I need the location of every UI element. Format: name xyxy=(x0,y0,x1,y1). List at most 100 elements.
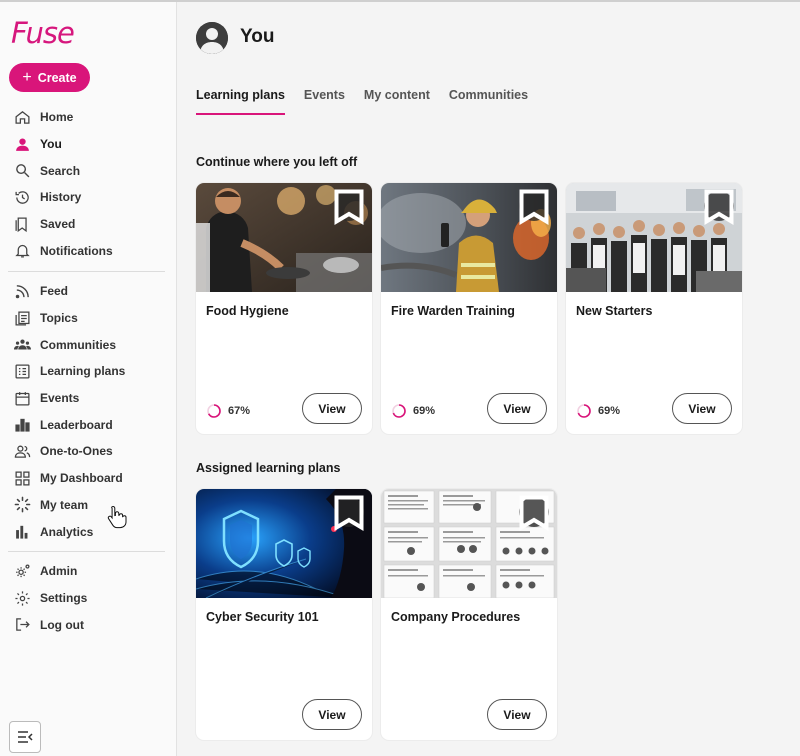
history-icon xyxy=(13,188,31,206)
hand-cursor-icon xyxy=(107,505,127,529)
leaderboard-icon xyxy=(13,416,31,434)
collapse-icon xyxy=(18,731,33,743)
secondary-nav: Feed Topics Communities Learning plans E… xyxy=(0,278,177,545)
fuse-logo[interactable]: Fuse xyxy=(11,16,75,50)
progress-indicator: 69% xyxy=(576,403,620,419)
sidebar-item-label: Learning plans xyxy=(40,364,126,379)
sidebar-item-label: History xyxy=(40,190,82,205)
sidebar-item-label: Admin xyxy=(40,564,78,579)
progress-indicator: 67% xyxy=(206,403,250,419)
bookmark-icon xyxy=(334,189,364,225)
view-button[interactable]: View xyxy=(302,699,362,730)
sidebar-item-log-out[interactable]: Log out xyxy=(0,611,177,638)
home-icon xyxy=(13,108,31,126)
sidebar-item-my-team[interactable]: My team xyxy=(0,492,177,519)
section-title-continue: Continue where you left off xyxy=(196,155,358,169)
sidebar-item-label: Leaderboard xyxy=(40,417,113,432)
tab-events[interactable]: Events xyxy=(304,88,345,115)
sidebar-item-leaderboard[interactable]: Leaderboard xyxy=(0,411,177,438)
sidebar-item-label: One-to-Ones xyxy=(40,444,113,459)
sidebar-item-analytics[interactable]: Analytics xyxy=(0,518,177,545)
people-icon xyxy=(13,442,31,460)
sidebar-item-label: Feed xyxy=(40,284,69,299)
bookmark-icon xyxy=(13,215,31,233)
bookmark-button[interactable] xyxy=(519,495,549,531)
bookmark-button[interactable] xyxy=(519,189,549,225)
sidebar-item-label: You xyxy=(40,137,62,152)
main-content: You Learning plans Events My content Com… xyxy=(178,2,800,756)
sidebar-item-label: My Dashboard xyxy=(40,471,123,486)
view-button[interactable]: View xyxy=(672,393,732,424)
team-icon xyxy=(13,496,31,514)
progress-ring-icon xyxy=(207,404,221,418)
progress-ring-icon xyxy=(577,404,591,418)
sidebar-item-admin[interactable]: Admin xyxy=(0,558,177,585)
sidebar-item-events[interactable]: Events xyxy=(0,385,177,412)
sidebar-divider xyxy=(8,551,165,552)
sidebar: Fuse + Create Home You Search History Sa… xyxy=(0,2,177,756)
bookmark-icon xyxy=(519,495,549,531)
learning-plan-card[interactable]: Cyber Security 101 View xyxy=(196,489,372,740)
learning-plan-card[interactable]: New Starters 69% View xyxy=(566,183,742,434)
analytics-icon xyxy=(13,523,31,541)
page-title: You xyxy=(240,26,275,47)
logout-icon xyxy=(13,616,31,634)
tab-my-content[interactable]: My content xyxy=(364,88,430,115)
sidebar-item-my-dashboard[interactable]: My Dashboard xyxy=(0,465,177,492)
bookmark-button[interactable] xyxy=(334,189,364,225)
sidebar-item-label: Events xyxy=(40,391,80,406)
sidebar-item-history[interactable]: History xyxy=(0,184,177,211)
person-icon xyxy=(13,135,31,153)
sidebar-item-label: Saved xyxy=(40,217,76,232)
sidebar-item-communities[interactable]: Communities xyxy=(0,331,177,358)
sidebar-divider xyxy=(8,271,165,272)
sidebar-item-label: Notifications xyxy=(40,243,113,258)
card-thumbnail xyxy=(196,489,372,598)
create-button[interactable]: + Create xyxy=(9,63,90,92)
bookmark-icon xyxy=(519,189,549,225)
tab-learning-plans[interactable]: Learning plans xyxy=(196,88,285,115)
sidebar-item-label: Settings xyxy=(40,591,88,606)
rss-icon xyxy=(13,282,31,300)
card-title: Cyber Security 101 xyxy=(206,610,319,624)
view-button[interactable]: View xyxy=(487,393,547,424)
sidebar-item-notifications[interactable]: Notifications xyxy=(0,237,177,264)
bookmark-button[interactable] xyxy=(704,189,734,225)
progress-indicator: 69% xyxy=(391,403,435,419)
sidebar-item-topics[interactable]: Topics xyxy=(0,305,177,332)
sidebar-item-settings[interactable]: Settings xyxy=(0,585,177,612)
section-title-assigned: Assigned learning plans xyxy=(196,461,341,475)
sidebar-item-search[interactable]: Search xyxy=(0,157,177,184)
collapse-sidebar-button[interactable] xyxy=(9,721,41,753)
learning-plan-card[interactable]: Food Hygiene 67% View xyxy=(196,183,372,434)
bookmark-icon xyxy=(334,495,364,531)
primary-nav: Home You Search History Saved Notificati… xyxy=(0,104,177,264)
progress-percent: 67% xyxy=(228,405,251,417)
communities-icon xyxy=(13,336,31,354)
bookmark-button[interactable] xyxy=(334,495,364,531)
card-thumbnail xyxy=(381,183,557,292)
admin-gear-icon xyxy=(13,562,31,580)
card-thumbnail xyxy=(566,183,742,292)
progress-percent: 69% xyxy=(413,405,436,417)
card-thumbnail xyxy=(196,183,372,292)
bookmark-icon xyxy=(704,189,734,225)
tertiary-nav: Admin Settings Log out xyxy=(0,558,177,638)
sidebar-item-saved[interactable]: Saved xyxy=(0,211,177,238)
sidebar-item-home[interactable]: Home xyxy=(0,104,177,131)
create-label: Create xyxy=(37,70,77,85)
sidebar-item-feed[interactable]: Feed xyxy=(0,278,177,305)
sidebar-item-you[interactable]: You xyxy=(0,131,177,158)
sidebar-item-one-to-ones[interactable]: One-to-Ones xyxy=(0,438,177,465)
sidebar-item-label: Log out xyxy=(40,617,84,632)
tab-communities[interactable]: Communities xyxy=(449,88,528,115)
sidebar-item-learning-plans[interactable]: Learning plans xyxy=(0,358,177,385)
learning-plan-card[interactable]: Fire Warden Training 69% View xyxy=(381,183,557,434)
view-button[interactable]: View xyxy=(487,699,547,730)
sidebar-item-label: Analytics xyxy=(40,524,94,539)
view-button[interactable]: View xyxy=(302,393,362,424)
sidebar-item-label: Home xyxy=(40,110,74,125)
card-title: New Starters xyxy=(576,304,653,318)
sidebar-item-label: My team xyxy=(40,497,89,512)
learning-plan-card[interactable]: Company Procedures View xyxy=(381,489,557,740)
